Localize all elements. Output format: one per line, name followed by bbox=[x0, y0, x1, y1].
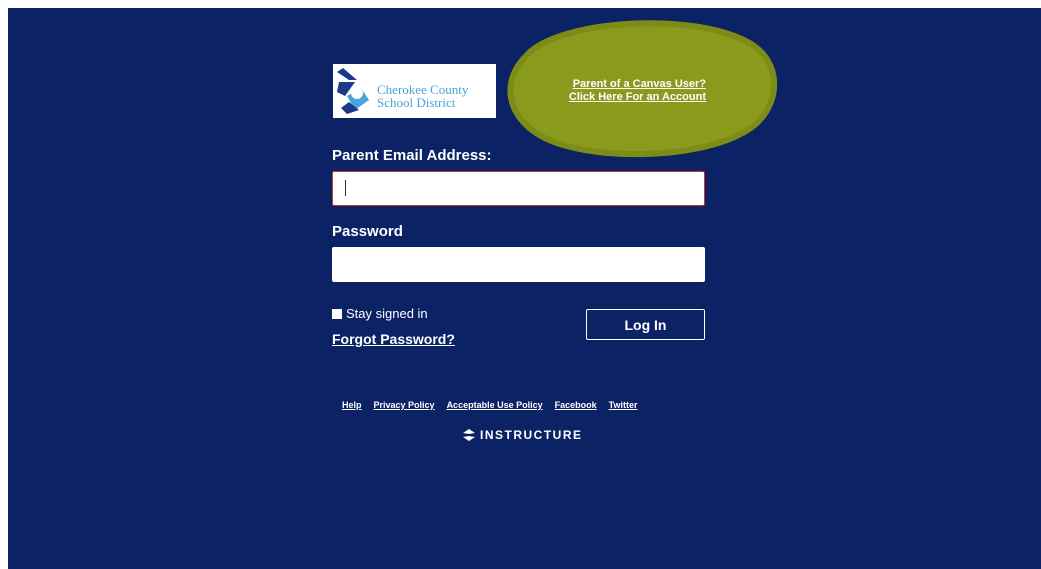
footer-link-acceptable-use[interactable]: Acceptable Use Policy bbox=[447, 400, 543, 410]
email-input[interactable] bbox=[332, 171, 705, 206]
footer-link-help[interactable]: Help bbox=[342, 400, 362, 410]
email-label: Parent Email Address: bbox=[332, 147, 492, 164]
login-screen: Cherokee County School District Parent o… bbox=[8, 8, 1041, 569]
forgot-password-link[interactable]: Forgot Password? bbox=[332, 331, 455, 347]
instructure-brand: INSTRUCTURE bbox=[463, 428, 583, 442]
stay-signed-in-row: Stay signed in bbox=[332, 306, 428, 321]
stay-signed-in-label[interactable]: Stay signed in bbox=[346, 306, 428, 321]
signup-link-line2: Click Here For an Account bbox=[568, 91, 706, 103]
footer-link-privacy[interactable]: Privacy Policy bbox=[374, 400, 435, 410]
footer-links: Help Privacy Policy Acceptable Use Polic… bbox=[342, 400, 637, 410]
instructure-brand-text: INSTRUCTURE bbox=[480, 428, 583, 442]
district-name: Cherokee County School District bbox=[377, 83, 468, 109]
district-logo: Cherokee County School District bbox=[333, 64, 496, 118]
password-label: Password bbox=[332, 223, 403, 240]
footer-link-facebook[interactable]: Facebook bbox=[555, 400, 597, 410]
district-logo-mark-icon bbox=[337, 68, 369, 114]
login-button[interactable]: Log In bbox=[586, 309, 705, 340]
signup-link-line1: Parent of a Canvas User? bbox=[572, 78, 706, 90]
stay-signed-in-checkbox[interactable] bbox=[332, 308, 342, 319]
text-caret bbox=[345, 180, 346, 196]
password-input[interactable] bbox=[332, 247, 705, 282]
instructure-logo-icon bbox=[463, 429, 475, 441]
footer-link-twitter[interactable]: Twitter bbox=[609, 400, 638, 410]
parent-signup-link[interactable]: Parent of a Canvas User? Click Here For … bbox=[551, 78, 706, 104]
district-name-line2: School District bbox=[377, 95, 456, 110]
